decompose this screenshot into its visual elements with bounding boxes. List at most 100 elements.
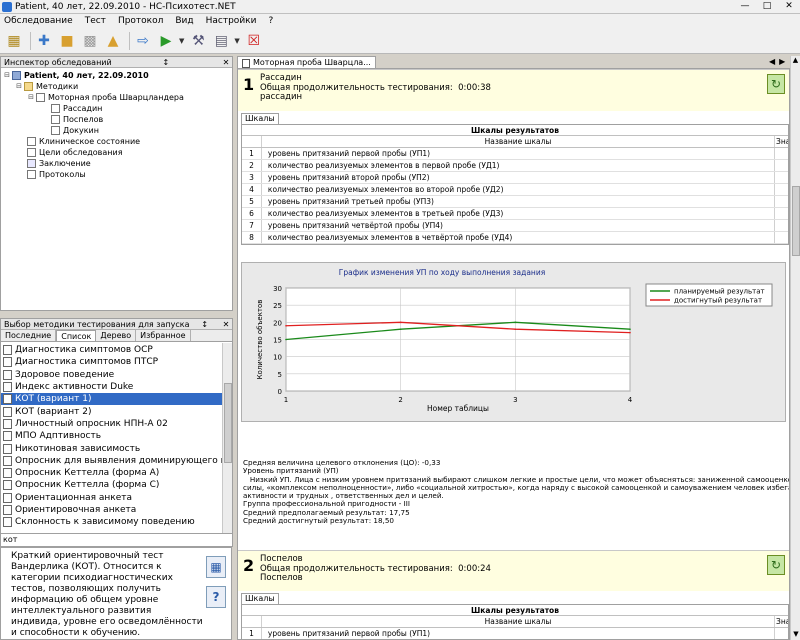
- collapse-icon[interactable]: ⊟: [27, 92, 35, 103]
- table-row[interactable]: 7 уровень притязаний четвёртой пробы (УП4…: [242, 220, 788, 232]
- method-label: Диагностика симптомов ОСР: [15, 345, 153, 356]
- save-icon[interactable]: ▩: [80, 31, 100, 51]
- method-list-item[interactable]: Опросник для выявления доминирующего инс…: [1, 455, 232, 467]
- maximize-button[interactable]: □: [756, 0, 778, 13]
- menu-settings[interactable]: Настройки: [206, 16, 257, 26]
- chevron-down-icon[interactable]: ▼: [234, 37, 239, 45]
- tab-scales[interactable]: Шкалы: [241, 113, 279, 124]
- menu-view[interactable]: Вид: [175, 16, 193, 26]
- tree-item-test[interactable]: ⊟ Моторная проба Шварцландера: [3, 92, 232, 103]
- search-input[interactable]: [3, 534, 223, 545]
- method-list-item[interactable]: Здоровое поведение: [1, 369, 232, 381]
- method-list-item[interactable]: Индекс активности Duke: [1, 381, 232, 393]
- data-point: [629, 328, 631, 330]
- table-row[interactable]: 1 уровень притязаний первой пробы (УП1): [242, 148, 788, 160]
- open-folder-icon[interactable]: ■: [57, 31, 77, 51]
- tree-item-conclusion[interactable]: Заключение: [3, 158, 232, 169]
- method-list-item[interactable]: КОТ (вариант 2): [1, 405, 232, 417]
- method-list-item[interactable]: Опросник Кеттелла (форма А): [1, 467, 232, 479]
- chevron-down-icon[interactable]: ▼: [791, 630, 800, 640]
- method-label: Личностный опросник НПН-А 02: [15, 418, 168, 429]
- tree-item-methods[interactable]: ⊟ Методики: [3, 81, 232, 92]
- method-list-item[interactable]: КОТ (вариант 1): [1, 393, 232, 406]
- close-button[interactable]: ✕: [778, 0, 800, 13]
- delete-icon[interactable]: ☒: [244, 31, 264, 51]
- export-icon[interactable]: ▲: [103, 31, 123, 51]
- chart-panel: 0 5 10 15 20 25 30 1 2 3 4 График изменения УП по х…: [241, 262, 786, 422]
- patient-icon: [12, 71, 21, 80]
- tree-item-subtest[interactable]: Рассадин: [3, 103, 232, 114]
- table-row[interactable]: 1 уровень притязаний первой пробы (УП1): [242, 628, 788, 639]
- chevron-down-icon[interactable]: ▼: [179, 37, 184, 45]
- pin-icon[interactable]: ↕: [160, 57, 172, 67]
- collapse-icon[interactable]: ⊟: [3, 70, 11, 81]
- help-icon[interactable]: ?: [206, 586, 226, 608]
- tab-favorites[interactable]: Избранное: [136, 330, 191, 341]
- minimize-button[interactable]: —: [734, 0, 756, 13]
- x-tick-label: 3: [513, 396, 517, 404]
- test-icon: [3, 505, 12, 515]
- menu-examination[interactable]: Обследование: [4, 16, 73, 26]
- new-patient-icon[interactable]: ✚: [34, 31, 54, 51]
- chevron-left-icon[interactable]: ◀: [769, 57, 775, 66]
- app-icon: [2, 1, 12, 12]
- method-list-item[interactable]: Диагностика симптомов ПТСР: [1, 356, 232, 368]
- table-row[interactable]: 3 уровень притязаний второй пробы (УП2): [242, 172, 788, 184]
- table-row[interactable]: 4 количество реализуемых элементов во вто…: [242, 184, 788, 196]
- pin-icon[interactable]: ↕: [199, 319, 211, 329]
- table-row[interactable]: 8 количество реализуемых элементов в четв…: [242, 232, 788, 244]
- method-list-item[interactable]: Ориентировочная анкета: [1, 504, 232, 516]
- content-scrollbar[interactable]: ▲ ▼: [790, 56, 800, 640]
- tree-item-subtest[interactable]: Докукин: [3, 125, 232, 136]
- scroll-thumb[interactable]: [224, 383, 232, 463]
- patients-icon[interactable]: ▦: [4, 31, 24, 51]
- refresh-icon[interactable]: ↻: [767, 555, 785, 575]
- chevron-up-icon[interactable]: ▲: [791, 56, 800, 66]
- report-icon[interactable]: ▤: [211, 31, 231, 51]
- method-list-item[interactable]: Склонность к зависимому поведению: [1, 516, 232, 528]
- search-row: [1, 533, 232, 546]
- test-icon: [3, 345, 12, 356]
- collapse-icon[interactable]: ⊟: [15, 81, 23, 92]
- tree-item-subtest[interactable]: Поспелов: [3, 114, 232, 125]
- table-row[interactable]: 5 уровень притязаний третьей пробы (УП3): [242, 196, 788, 208]
- data-point: [399, 321, 402, 324]
- menu-help[interactable]: ?: [268, 16, 273, 26]
- run-test-icon[interactable]: ▶: [156, 31, 176, 51]
- document-info-icon[interactable]: ▦: [206, 556, 226, 578]
- method-list-item[interactable]: Никотиновая зависимость: [1, 442, 232, 454]
- tools-icon[interactable]: ⚒: [188, 31, 208, 51]
- panel-close-icon[interactable]: ✕: [220, 319, 232, 329]
- interpretation-text: Средняя величина целевого отклонения (ЦО…: [243, 458, 789, 525]
- panel-close-icon[interactable]: ✕: [220, 57, 232, 67]
- tab-tree[interactable]: Дерево: [96, 330, 137, 341]
- scroll-thumb[interactable]: [792, 186, 800, 256]
- method-list-item[interactable]: Опросник Кеттелла (форма С): [1, 479, 232, 491]
- method-list-item[interactable]: Личностный опросник НПН-А 02: [1, 418, 232, 430]
- y-tick-label: 5: [278, 371, 282, 379]
- tree-item-protocols[interactable]: Протоколы: [3, 169, 232, 180]
- tab-list[interactable]: Список: [56, 330, 97, 341]
- row-value: [775, 160, 788, 171]
- tab-recent[interactable]: Последние: [1, 330, 57, 341]
- selector-tabs: Последние Список Дерево Избранное: [1, 330, 232, 342]
- table-row[interactable]: 2 количество реализуемых элементов в перв…: [242, 160, 788, 172]
- tab-scales[interactable]: Шкалы: [241, 593, 279, 604]
- menu-test[interactable]: Тест: [85, 16, 106, 26]
- method-list-item[interactable]: Ориентационная анкета: [1, 492, 232, 504]
- method-list-item[interactable]: Диагностика симптомов ОСР: [1, 344, 232, 356]
- method-list-item[interactable]: МПО Адптивность: [1, 430, 232, 442]
- menu-protocol[interactable]: Протокол: [118, 16, 163, 26]
- chevron-right-icon[interactable]: ▶: [779, 57, 785, 66]
- tree-item-patient[interactable]: ⊟ Patient, 40 лет, 22.09.2010: [3, 70, 232, 81]
- document-icon: [51, 104, 60, 113]
- import-icon[interactable]: ⇨: [133, 31, 153, 51]
- tree-item-goals[interactable]: Цели обследования: [3, 147, 232, 158]
- refresh-icon[interactable]: ↻: [767, 74, 785, 94]
- row-scale-name: количество реализуемых элементов в четвё…: [262, 232, 776, 243]
- list-scrollbar[interactable]: [222, 343, 232, 533]
- tree-label: Методики: [36, 82, 79, 91]
- table-row[interactable]: 6 количество реализуемых элементов в трет…: [242, 208, 788, 220]
- tree-item-clinical[interactable]: Клиническое состояние: [3, 136, 232, 147]
- toolbar-separator: [129, 31, 130, 50]
